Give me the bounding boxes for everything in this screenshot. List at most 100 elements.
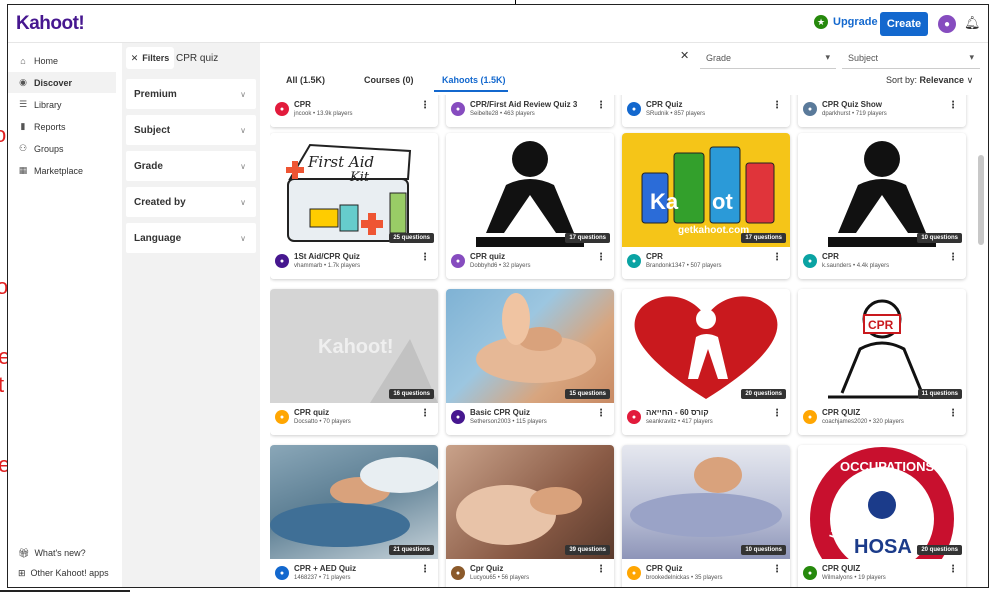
card-thumbnail: 39 questions — [446, 445, 614, 559]
sidebar-item-discover[interactable]: ◉ Discover — [8, 72, 116, 93]
more-options-icon[interactable]: ⋮ — [948, 100, 958, 111]
card-meta: ● Cpr Quiz Lucyou65 • 56 players ⋮ — [446, 559, 614, 587]
card-subtitle: brookedelnickas • 35 players — [646, 575, 723, 581]
card-title: CPR Quiz Show — [822, 100, 882, 109]
more-options-icon[interactable]: ⋮ — [596, 408, 606, 419]
quiz-card[interactable]: 17 questions ● CPR quiz Dobbyhd6 • 32 pl… — [446, 133, 614, 279]
whats-new-link[interactable]: 🎁︎ What's new? — [18, 543, 128, 563]
sidebar-item-library[interactable]: ☰ Library — [8, 94, 120, 115]
quiz-card[interactable]: 20 questions ● קורס 60 - החייאה seankrav… — [622, 289, 790, 435]
grade-select[interactable]: Grade ▾ — [700, 47, 836, 69]
more-options-icon[interactable]: ⋮ — [948, 408, 958, 419]
home-icon: ⌂ — [20, 55, 26, 66]
close-icon: ✕ — [130, 52, 139, 63]
card-subtitle: seankravitz • 417 players — [646, 419, 713, 425]
card-thumbnail: 15 questions — [446, 289, 614, 403]
scrollbar-thumb[interactable] — [978, 155, 984, 245]
filter-label: Language — [134, 232, 182, 244]
card-title: Basic CPR Quiz — [470, 408, 531, 417]
card-thumbnail: 21 questions — [270, 445, 438, 559]
card-thumbnail: CPR 11 questions — [798, 289, 966, 403]
avatar: ● — [451, 410, 465, 424]
more-options-icon[interactable]: ⋮ — [420, 408, 430, 419]
kahoot-logo[interactable]: Kahoot! — [16, 13, 85, 35]
quiz-card[interactable]: ● CPR Quiz Show dparkhurst • 719 players… — [798, 95, 966, 127]
sort-dropdown[interactable]: Sort by: Relevance ∨ — [886, 75, 973, 86]
more-options-icon[interactable]: ⋮ — [772, 252, 782, 263]
card-thumbnail: OCCUPATIONS HEALTH STUDENTS HOSA 20 ques… — [798, 445, 966, 559]
tab-kahoots[interactable]: Kahoots (1.5K) — [442, 75, 506, 85]
quiz-card[interactable]: 15 questions ● Basic CPR Quiz Setherson2… — [446, 289, 614, 435]
quiz-card[interactable]: ● CPR Quiz SRudnik • 857 players ⋮ — [622, 95, 790, 127]
quiz-card[interactable]: 21 questions ● CPR + AED Quiz 1468237 • … — [270, 445, 438, 587]
card-subtitle: coachjames2020 • 320 players — [822, 419, 904, 425]
heart-cpr-illustration — [634, 296, 778, 399]
more-options-icon[interactable]: ⋮ — [596, 252, 606, 263]
more-options-icon[interactable]: ⋮ — [420, 100, 430, 111]
filter-subject[interactable]: Subject ∨ — [126, 115, 256, 145]
card-meta: ● 1St Aid/CPR Quiz vhammarb • 1.7k playe… — [270, 247, 438, 279]
filters-toggle-button[interactable]: ✕ Filters — [126, 47, 174, 69]
card-title: CPR quiz — [294, 408, 330, 417]
tab-courses[interactable]: Courses (0) — [364, 75, 414, 85]
quiz-card[interactable]: Ka ot getkahoot.com 17 questions ● CPR B… — [622, 133, 790, 279]
avatar: ● — [627, 254, 641, 268]
quiz-card[interactable]: ● CPR jncook • 13.9k players ⋮ — [270, 95, 438, 127]
cpr-training-photo — [270, 457, 438, 547]
quiz-card[interactable]: CPR 11 questions ● CPR QUIZ coachjames20… — [798, 289, 966, 435]
subject-select[interactable]: Subject ▾ — [842, 47, 980, 69]
filter-language[interactable]: Language ∨ — [126, 223, 256, 253]
card-title: CPR + AED Quiz — [294, 564, 357, 573]
more-options-icon[interactable]: ⋮ — [772, 564, 782, 575]
more-options-icon[interactable]: ⋮ — [596, 564, 606, 575]
more-options-icon[interactable]: ⋮ — [772, 100, 782, 111]
filter-label: Premium — [134, 88, 177, 100]
clear-search-icon[interactable]: ✕ — [680, 49, 689, 62]
avatar: ● — [803, 254, 817, 268]
gift-icon: 🎁︎ — [18, 547, 30, 558]
card-meta: ● קורס 60 - החייאה seankravitz • 417 pla… — [622, 403, 790, 435]
tab-all[interactable]: All (1.5K) — [286, 75, 325, 85]
chevron-down-icon: ∨ — [240, 233, 246, 243]
quiz-card[interactable]: 10 questions ● CPR k.saunders • 4.4k pla… — [798, 133, 966, 279]
question-count-badge: 39 questions — [565, 545, 610, 555]
more-options-icon[interactable]: ⋮ — [772, 408, 782, 419]
bell-icon[interactable]: 🔔︎ — [964, 15, 981, 31]
results-grid: ● CPR jncook • 13.9k players ⋮ ● CPR/Fir… — [270, 95, 978, 587]
more-options-icon[interactable]: ⋮ — [420, 252, 430, 263]
compass-icon: ◉ — [19, 77, 27, 87]
sidebar-item-home[interactable]: ⌂ Home — [8, 50, 120, 71]
upgrade-link[interactable]: ★ Upgrade — [814, 15, 878, 29]
hosa-ring-text: STUDENTS — [955, 492, 966, 552]
search-input[interactable]: CPR quiz — [176, 47, 702, 69]
card-subtitle: Lucyou65 • 56 players — [470, 575, 530, 581]
quiz-card[interactable]: 10 questions ● CPR Quiz brookedelnickas … — [622, 445, 790, 587]
quiz-card[interactable]: 39 questions ● Cpr Quiz Lucyou65 • 56 pl… — [446, 445, 614, 587]
card-title: CPR — [822, 252, 839, 261]
more-options-icon[interactable]: ⋮ — [420, 564, 430, 575]
quiz-card[interactable]: First Aid Kit 25 questions ● 1St Aid/CPR… — [270, 133, 438, 279]
more-options-icon[interactable]: ⋮ — [596, 100, 606, 111]
user-avatar[interactable]: ● — [938, 15, 956, 33]
grade-select-label: Grade — [706, 52, 732, 63]
avatar: ● — [803, 410, 817, 424]
filter-label: Created by — [134, 196, 186, 208]
filter-created-by[interactable]: Created by ∨ — [126, 187, 256, 217]
avatar: ● — [275, 102, 289, 116]
sidebar-item-groups[interactable]: ⚇ Groups — [8, 138, 120, 159]
more-options-icon[interactable]: ⋮ — [948, 564, 958, 575]
sidebar-item-label: Home — [34, 55, 59, 66]
filter-premium[interactable]: Premium ∨ — [126, 79, 256, 109]
question-count-badge: 21 questions — [389, 545, 434, 555]
more-options-icon[interactable]: ⋮ — [948, 252, 958, 263]
quiz-card[interactable]: Kahoot! 16 questions ● CPR quiz Docsatto… — [270, 289, 438, 435]
filter-grade[interactable]: Grade ∨ — [126, 151, 256, 181]
results-scrollbar[interactable] — [978, 95, 984, 587]
sidebar-item-marketplace[interactable]: ▦ Marketplace — [8, 160, 120, 181]
create-button[interactable]: Create — [880, 12, 928, 36]
other-apps-link[interactable]: ⊞ Other Kahoot! apps — [18, 563, 128, 583]
quiz-card[interactable]: ● CPR/First Aid Review Quiz 3 Seibelte28… — [446, 95, 614, 127]
quiz-card[interactable]: OCCUPATIONS HEALTH STUDENTS HOSA 20 ques… — [798, 445, 966, 587]
filters-panel: ✕ Filters Premium ∨ Subject ∨ Grade ∨ Creat… — [122, 43, 260, 587]
sidebar-item-reports[interactable]: ▮ Reports — [8, 116, 120, 137]
